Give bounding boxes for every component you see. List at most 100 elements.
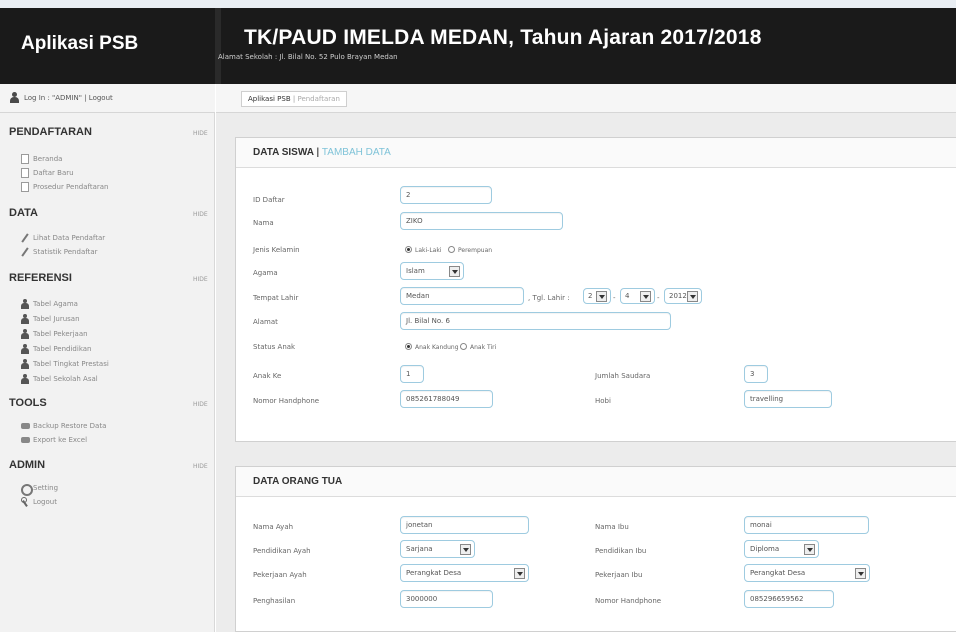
section-hide-pendaftaran[interactable]: HIDE (193, 130, 208, 137)
person-icon (21, 314, 29, 324)
data-orang-tua-header: DATA ORANG TUA (236, 467, 956, 497)
database-icon (21, 421, 30, 431)
section-hide-referensi[interactable]: HIDE (193, 276, 208, 283)
nomor-handphone-ortu-field[interactable]: 085296659562 (744, 590, 834, 608)
radio-anak-kandung-label[interactable]: Anak Kandung (415, 344, 459, 351)
key-icon (21, 497, 29, 507)
anak-ke-field[interactable]: 1 (400, 365, 424, 383)
tambah-data-link[interactable]: TAMBAH DATA (322, 147, 391, 158)
chevron-down-icon (460, 544, 471, 555)
penghasilan-field[interactable]: 3000000 (400, 590, 493, 608)
label-penghasilan: Penghasilan (253, 597, 296, 605)
sidebar-item-daftar-baru[interactable]: Daftar Baru (33, 169, 74, 177)
section-hide-admin[interactable]: HIDE (193, 463, 208, 470)
label-nama-ibu: Nama Ibu (595, 523, 629, 531)
user-icon (10, 92, 19, 103)
chevron-down-icon (687, 291, 698, 302)
label-nama-ayah: Nama Ayah (253, 523, 294, 531)
pekerjaan-ayah-select[interactable]: Perangkat Desa (400, 564, 529, 582)
pekerjaan-ibu-select[interactable]: Perangkat Desa (744, 564, 870, 582)
person-icon (21, 374, 29, 384)
sidebar-item-tabel-pekerjaan[interactable]: Tabel Pekerjaan (33, 330, 88, 338)
hobi-field[interactable]: travelling (744, 390, 832, 408)
label-pekerjaan-ibu: Pekerjaan Ibu (595, 571, 643, 579)
radio-laki-laki-label[interactable]: Laki-Laki (415, 247, 442, 254)
radio-anak-tiri-label[interactable]: Anak Tiri (470, 344, 496, 351)
section-title-pendaftaran[interactable]: PENDAFTARAN (9, 126, 92, 138)
tgl-year-select[interactable]: 2012 (664, 288, 702, 304)
section-hide-tools[interactable]: HIDE (193, 401, 208, 408)
nama-field[interactable]: ZIKO (400, 212, 563, 230)
label-anak-ke: Anak Ke (253, 372, 282, 380)
pekerjaan-ibu-value: Perangkat Desa (750, 569, 806, 577)
top-band (0, 0, 956, 8)
label-agama: Agama (253, 269, 278, 277)
sidebar-item-statistik[interactable]: Statistik Pendaftar (33, 248, 97, 256)
pendidikan-ibu-select[interactable]: Diploma (744, 540, 819, 558)
alamat-field[interactable]: Jl. Bilal No. 6 (400, 312, 671, 330)
sidebar-item-tabel-sekolah[interactable]: Tabel Sekolah Asal (33, 375, 98, 383)
tempat-lahir-field[interactable]: Medan (400, 287, 524, 305)
gear-icon (21, 483, 33, 496)
sidebar-item-prosedur[interactable]: Prosedur Pendaftaran (33, 183, 108, 191)
radio-perempuan[interactable] (448, 246, 455, 253)
login-bar: Log In : "ADMIN" | Logout (0, 84, 215, 113)
tgl-month-select[interactable]: 4 (620, 288, 655, 304)
label-pekerjaan-ayah: Pekerjaan Ayah (253, 571, 307, 579)
section-title-tools[interactable]: TOOLS (9, 397, 47, 409)
school-address: Alamat Sekolah : Jl. Bilal No. 52 Pulo B… (218, 53, 398, 61)
label-alamat: Alamat (253, 318, 278, 326)
chevron-down-icon (514, 568, 525, 579)
breadcrumb-bar: Aplikasi PSB | Pendaftaran (216, 84, 956, 113)
person-icon (21, 299, 29, 309)
jumlah-saudara-field[interactable]: 3 (744, 365, 768, 383)
label-tgl-lahir: , Tgl. Lahir : (528, 294, 570, 302)
sidebar: Log In : "ADMIN" | Logout PENDAFTARAN HI… (0, 84, 215, 632)
chevron-down-icon (855, 568, 866, 579)
school-title: TK/PAUD IMELDA MEDAN, Tahun Ajaran 2017/… (244, 26, 762, 49)
radio-anak-kandung[interactable] (405, 343, 412, 350)
radio-anak-tiri[interactable] (460, 343, 467, 350)
section-title-data[interactable]: DATA (9, 207, 38, 219)
nomor-handphone-field[interactable]: 085261788049 (400, 390, 493, 408)
pencil-icon (21, 247, 29, 257)
label-status-anak: Status Anak (253, 343, 296, 351)
sidebar-item-beranda[interactable]: Beranda (33, 155, 62, 163)
label-pendidikan-ibu: Pendidikan Ibu (595, 547, 647, 555)
breadcrumb-home[interactable]: Aplikasi PSB (248, 95, 291, 103)
person-icon (21, 329, 29, 339)
label-hobi: Hobi (595, 397, 611, 405)
sidebar-item-tabel-jurusan[interactable]: Tabel Jurusan (33, 315, 80, 323)
section-title-referensi[interactable]: REFERENSI (9, 272, 72, 284)
sidebar-item-tabel-pendidikan[interactable]: Tabel Pendidikan (33, 345, 91, 353)
chevron-down-icon (804, 544, 815, 555)
tgl-month-value: 4 (625, 292, 630, 300)
tgl-day-value: 2 (588, 292, 593, 300)
sidebar-item-logout[interactable]: Logout (33, 498, 57, 506)
sidebar-item-lihat-data[interactable]: Lihat Data Pendaftar (33, 234, 105, 242)
login-status[interactable]: Log In : "ADMIN" | Logout (24, 94, 113, 102)
id-daftar-field[interactable]: 2 (400, 186, 492, 204)
header-divider (215, 8, 221, 84)
sidebar-item-tabel-prestasi[interactable]: Tabel Tingkat Prestasi (33, 360, 109, 368)
nama-ayah-field[interactable]: jonetan (400, 516, 529, 534)
label-nomor-handphone-ortu: Nomor Handphone (595, 597, 662, 605)
chevron-down-icon (640, 291, 651, 302)
radio-perempuan-label[interactable]: Perempuan (458, 247, 492, 254)
agama-select[interactable]: Islam (400, 262, 464, 280)
document-icon (21, 168, 29, 178)
tgl-day-select[interactable]: 2 (583, 288, 611, 304)
data-siswa-title: DATA SISWA | TAMBAH DATA (253, 147, 391, 158)
nama-ibu-field[interactable]: monai (744, 516, 869, 534)
pencil-icon (21, 233, 29, 243)
section-title-admin[interactable]: ADMIN (9, 459, 45, 471)
label-id-daftar: ID Daftar (253, 196, 285, 204)
pendidikan-ayah-select[interactable]: Sarjana (400, 540, 475, 558)
sidebar-item-export[interactable]: Export ke Excel (33, 436, 87, 444)
sidebar-item-setting[interactable]: Setting (33, 484, 58, 492)
label-nomor-handphone: Nomor Handphone (253, 397, 320, 405)
section-hide-data[interactable]: HIDE (193, 211, 208, 218)
radio-laki-laki[interactable] (405, 246, 412, 253)
sidebar-item-tabel-agama[interactable]: Tabel Agama (33, 300, 78, 308)
sidebar-item-backup[interactable]: Backup Restore Data (33, 422, 106, 430)
